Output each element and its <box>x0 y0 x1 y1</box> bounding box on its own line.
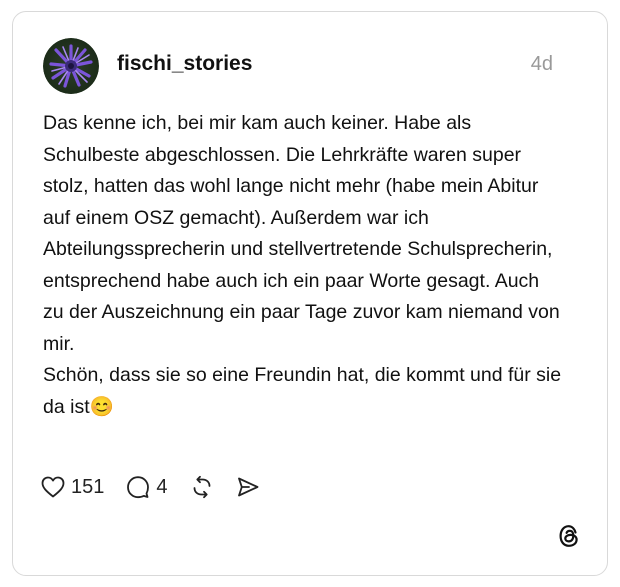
like-count: 151 <box>71 475 105 498</box>
avatar[interactable] <box>43 38 99 94</box>
threads-logo-icon <box>557 523 581 549</box>
heart-icon <box>41 476 65 498</box>
repost-button[interactable] <box>190 475 214 499</box>
share-button[interactable] <box>236 475 260 499</box>
action-bar: 151 4 <box>41 472 282 502</box>
reply-count: 4 <box>156 475 168 498</box>
reply-button[interactable]: 4 <box>126 475 168 499</box>
post-time: 4d <box>530 53 553 75</box>
share-icon <box>236 475 260 499</box>
like-button[interactable]: 151 <box>41 476 104 499</box>
post-card: fischi_stories 4d Das kenne ich, bei mir… <box>12 11 608 576</box>
repost-icon <box>190 475 214 499</box>
username[interactable]: fischi_stories <box>117 52 252 76</box>
post-text: Das kenne ich, bei mir kam auch keiner. … <box>43 112 562 418</box>
comment-icon <box>126 475 150 499</box>
